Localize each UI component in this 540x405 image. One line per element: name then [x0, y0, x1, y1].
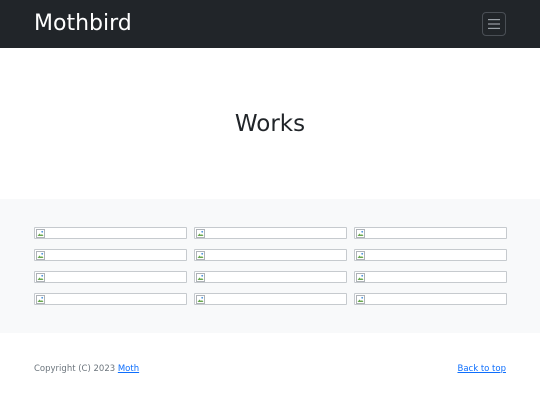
copyright: Copyright (C) 2023 Moth [34, 364, 139, 374]
thumbnail-image[interactable] [34, 293, 187, 305]
thumbnail-image[interactable] [194, 271, 347, 283]
thumbnail-image[interactable] [354, 227, 507, 239]
hamburger-menu-icon [488, 19, 500, 29]
thumbnail-image[interactable] [34, 227, 187, 239]
thumbnail-image[interactable] [194, 293, 347, 305]
navbar-toggle-button[interactable] [482, 12, 506, 36]
broken-image-icon [356, 229, 365, 238]
author-link[interactable]: Moth [118, 364, 139, 374]
broken-image-icon [196, 295, 205, 304]
broken-image-icon [356, 273, 365, 282]
thumbnail-image[interactable] [194, 227, 347, 239]
broken-image-icon [36, 229, 45, 238]
thumbnail-image[interactable] [194, 249, 347, 261]
broken-image-icon [356, 251, 365, 260]
back-to-top-link[interactable]: Back to top [457, 364, 506, 374]
thumbnail-image[interactable] [34, 249, 187, 261]
broken-image-icon [356, 295, 365, 304]
thumbnail-image[interactable] [354, 271, 507, 283]
hero-section: Works [0, 48, 540, 199]
broken-image-icon [36, 295, 45, 304]
copyright-text: Copyright (C) 2023 [34, 364, 116, 374]
album-section [0, 199, 540, 333]
thumbnail-image[interactable] [354, 249, 507, 261]
broken-image-icon [196, 229, 205, 238]
thumbnail-image[interactable] [34, 271, 187, 283]
broken-image-icon [36, 251, 45, 260]
broken-image-icon [36, 273, 45, 282]
brand-link[interactable]: Mothbird [34, 13, 132, 35]
footer: Copyright (C) 2023 Moth Back to top [0, 333, 540, 405]
broken-image-icon [196, 273, 205, 282]
thumbnail-grid [34, 227, 507, 305]
navbar: Mothbird [0, 0, 540, 48]
thumbnail-image[interactable] [354, 293, 507, 305]
page-title: Works [234, 110, 306, 137]
broken-image-icon [196, 251, 205, 260]
